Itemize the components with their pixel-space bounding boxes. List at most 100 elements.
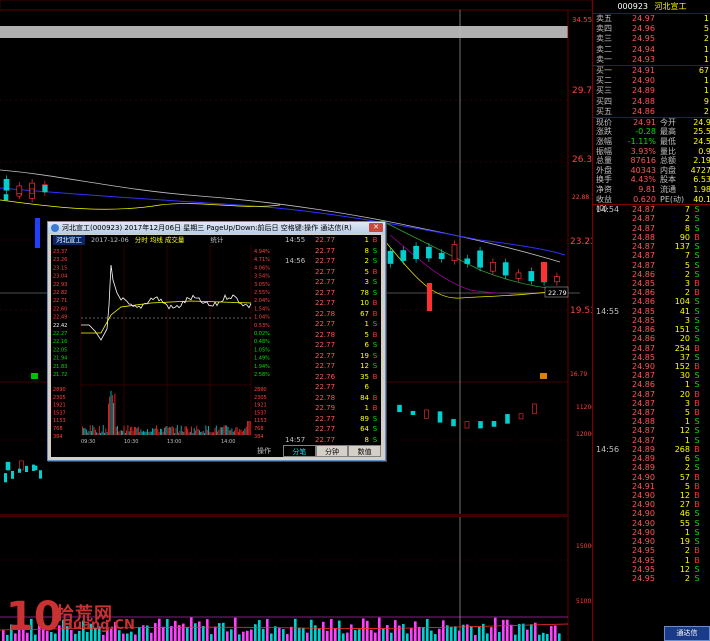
mini-stat[interactable]: 统计 [210, 235, 223, 245]
volume-bar [542, 632, 545, 641]
trade-row[interactable]: 14:55 24.85 41 S [593, 307, 710, 316]
trade-row[interactable]: 24.86 2 B [593, 288, 710, 297]
bid-price[interactable]: 24.91 [632, 66, 672, 76]
bid-price[interactable]: 24.89 [632, 86, 672, 96]
tick-row[interactable]: 22.78 67 B [283, 309, 381, 320]
trade-row[interactable]: 24.90 57 B [593, 473, 710, 482]
tick-row[interactable]: 14:56 22.77 2 S [283, 256, 381, 267]
trade-row[interactable]: 24.87 8 S [593, 224, 710, 233]
trade-row[interactable]: 24.90 27 B [593, 500, 710, 509]
tick-row[interactable]: 22.77 89 S [283, 414, 381, 425]
ask-price[interactable]: 24.97 [632, 14, 672, 24]
tab-fenbi[interactable]: 分笔 [283, 445, 316, 457]
tick-row[interactable]: 14:57 22.77 8 S [283, 435, 381, 446]
intraday-chart[interactable]: 23.37 23.26 23.15 23.04 22.93 22.82 22.71 22.60… [51, 245, 281, 457]
trade-row[interactable]: 24.88 90 B [593, 233, 710, 242]
bid-price[interactable]: 24.88 [632, 97, 672, 107]
trade-row[interactable]: 24.85 37 S [593, 353, 710, 362]
tick-row[interactable]: 22.77 10 B [283, 298, 381, 309]
tick-row[interactable]: 22.77 64 S [283, 424, 381, 435]
volume-bar [502, 619, 505, 641]
trade-row[interactable]: 24.95 12 S [593, 565, 710, 574]
popup-tick-list[interactable]: 14:55 22.77 1 B 22.77 8 S 14:56 22.77 2 S 22.77 5 B 22… [283, 235, 381, 454]
trade-row[interactable]: 24.95 1 B [593, 556, 710, 565]
trade-row[interactable]: 24.90 1 S [593, 528, 710, 537]
trade-volume: 3 [684, 315, 690, 325]
tab-shuzhi[interactable]: 数值 [348, 445, 382, 457]
trade-row[interactable]: 24.85 3 B [593, 279, 710, 288]
operate-button[interactable]: 操作 [257, 446, 271, 456]
bid-price[interactable]: 24.86 [632, 107, 672, 117]
trade-time [593, 537, 632, 546]
trade-row[interactable]: 24.87 12 S [593, 426, 710, 435]
tick-price: 22.77 [315, 299, 336, 307]
tick-row[interactable]: 22.78 5 B [283, 330, 381, 341]
axis-price-label: 19.51 [570, 306, 592, 316]
popup-titlebar[interactable]: 河北宣工(000923) 2017年12月06日 星期三 PageUp/Down… [48, 222, 385, 234]
tick-row[interactable]: 22.79 1 B [283, 403, 381, 414]
trade-row[interactable]: 24.90 12 B [593, 491, 710, 500]
trade-row[interactable]: 24.87 20 B [593, 390, 710, 399]
trade-ticks-list[interactable]: 14:54 24.87 7 S 24.87 2 S 24.87 8 S 24.88 90 B 24.87 1… [593, 205, 710, 583]
tick-row[interactable]: 22.77 12 S [283, 361, 381, 372]
tick-row[interactable]: 22.77 19 S [283, 351, 381, 362]
trade-row[interactable]: 24.90 152 B [593, 362, 710, 371]
tick-row[interactable]: 22.77 6 S [283, 340, 381, 351]
mini-stock-name[interactable]: 河北宣工 [53, 235, 85, 245]
trade-row[interactable]: 24.87 3 B [593, 399, 710, 408]
tick-row[interactable]: 22.77 8 S [283, 246, 381, 257]
ask-price[interactable]: 24.95 [632, 34, 672, 44]
tick-row[interactable]: 22.77 5 B [283, 267, 381, 278]
trade-row[interactable]: 24.87 2 S [593, 214, 710, 223]
trade-row[interactable]: 24.86 1 S [593, 380, 710, 389]
trade-row[interactable]: 24.91 5 B [593, 482, 710, 491]
intraday-popup[interactable]: 河北宣工(000923) 2017年12月06日 星期三 PageUp/Down… [47, 221, 386, 461]
trade-row[interactable]: 14:54 24.87 7 S [593, 205, 710, 214]
indicator-bar [18, 468, 21, 473]
bid-price[interactable]: 24.90 [632, 76, 672, 86]
volume-bar [258, 620, 261, 641]
tick-row[interactable]: 22.78 84 B [283, 393, 381, 404]
trade-volume: 90 [679, 232, 690, 242]
tick-row[interactable]: 22.77 78 S [283, 288, 381, 299]
trade-row[interactable]: 24.90 55 S [593, 519, 710, 528]
trade-row[interactable]: 14:56 24.89 268 B [593, 445, 710, 454]
trade-row[interactable]: 24.86 20 S [593, 334, 710, 343]
ask-price[interactable]: 24.94 [632, 45, 672, 55]
trade-price: 24.86 [632, 380, 655, 390]
trade-row[interactable]: 24.95 2 B [593, 546, 710, 555]
trade-row[interactable]: 24.87 30 S [593, 371, 710, 380]
ask-price[interactable]: 24.93 [632, 55, 672, 65]
candle-body [426, 246, 432, 259]
trade-row[interactable]: 24.86 151 S [593, 325, 710, 334]
trade-volume: 12 [679, 426, 690, 436]
trade-row[interactable]: 24.86 104 S [593, 297, 710, 306]
trade-row[interactable]: 24.89 6 S [593, 454, 710, 463]
mini-volume-bar [84, 427, 86, 435]
trade-row[interactable]: 24.88 1 S [593, 417, 710, 426]
trade-direction: S [694, 518, 700, 528]
tick-row[interactable]: 22.77 6 [283, 382, 381, 393]
tick-row[interactable]: 22.77 3 S [283, 277, 381, 288]
trade-row[interactable]: 24.87 5 B [593, 408, 710, 417]
ask-price[interactable]: 24.96 [632, 24, 672, 34]
trade-row[interactable]: 24.87 137 S [593, 242, 710, 251]
tab-fenzhong[interactable]: 分钟 [315, 445, 349, 457]
trade-row[interactable]: 24.89 2 S [593, 463, 710, 472]
trade-row[interactable]: 24.87 1 S [593, 436, 710, 445]
tick-row[interactable]: 14:55 22.77 1 B [283, 235, 381, 246]
tick-row[interactable]: 22.76 35 B [283, 372, 381, 383]
mini-mode[interactable]: 分时 均线 成交量 [135, 235, 185, 245]
trade-row[interactable]: 24.86 2 S [593, 270, 710, 279]
trade-row[interactable]: 24.85 3 S [593, 316, 710, 325]
trade-row[interactable]: 24.90 46 S [593, 509, 710, 518]
trade-row[interactable]: 24.90 19 S [593, 537, 710, 546]
trade-volume: 20 [679, 389, 690, 399]
close-button[interactable]: ✕ [369, 223, 383, 232]
trade-row[interactable]: 24.87 7 S [593, 251, 710, 260]
trade-row[interactable]: 24.87 5 S [593, 261, 710, 270]
ask-volume: 5 [703, 24, 709, 34]
trade-row[interactable]: 24.87 254 B [593, 344, 710, 353]
tick-row[interactable]: 22.77 1 S [283, 319, 381, 330]
trade-row[interactable]: 24.95 2 S [593, 574, 710, 583]
